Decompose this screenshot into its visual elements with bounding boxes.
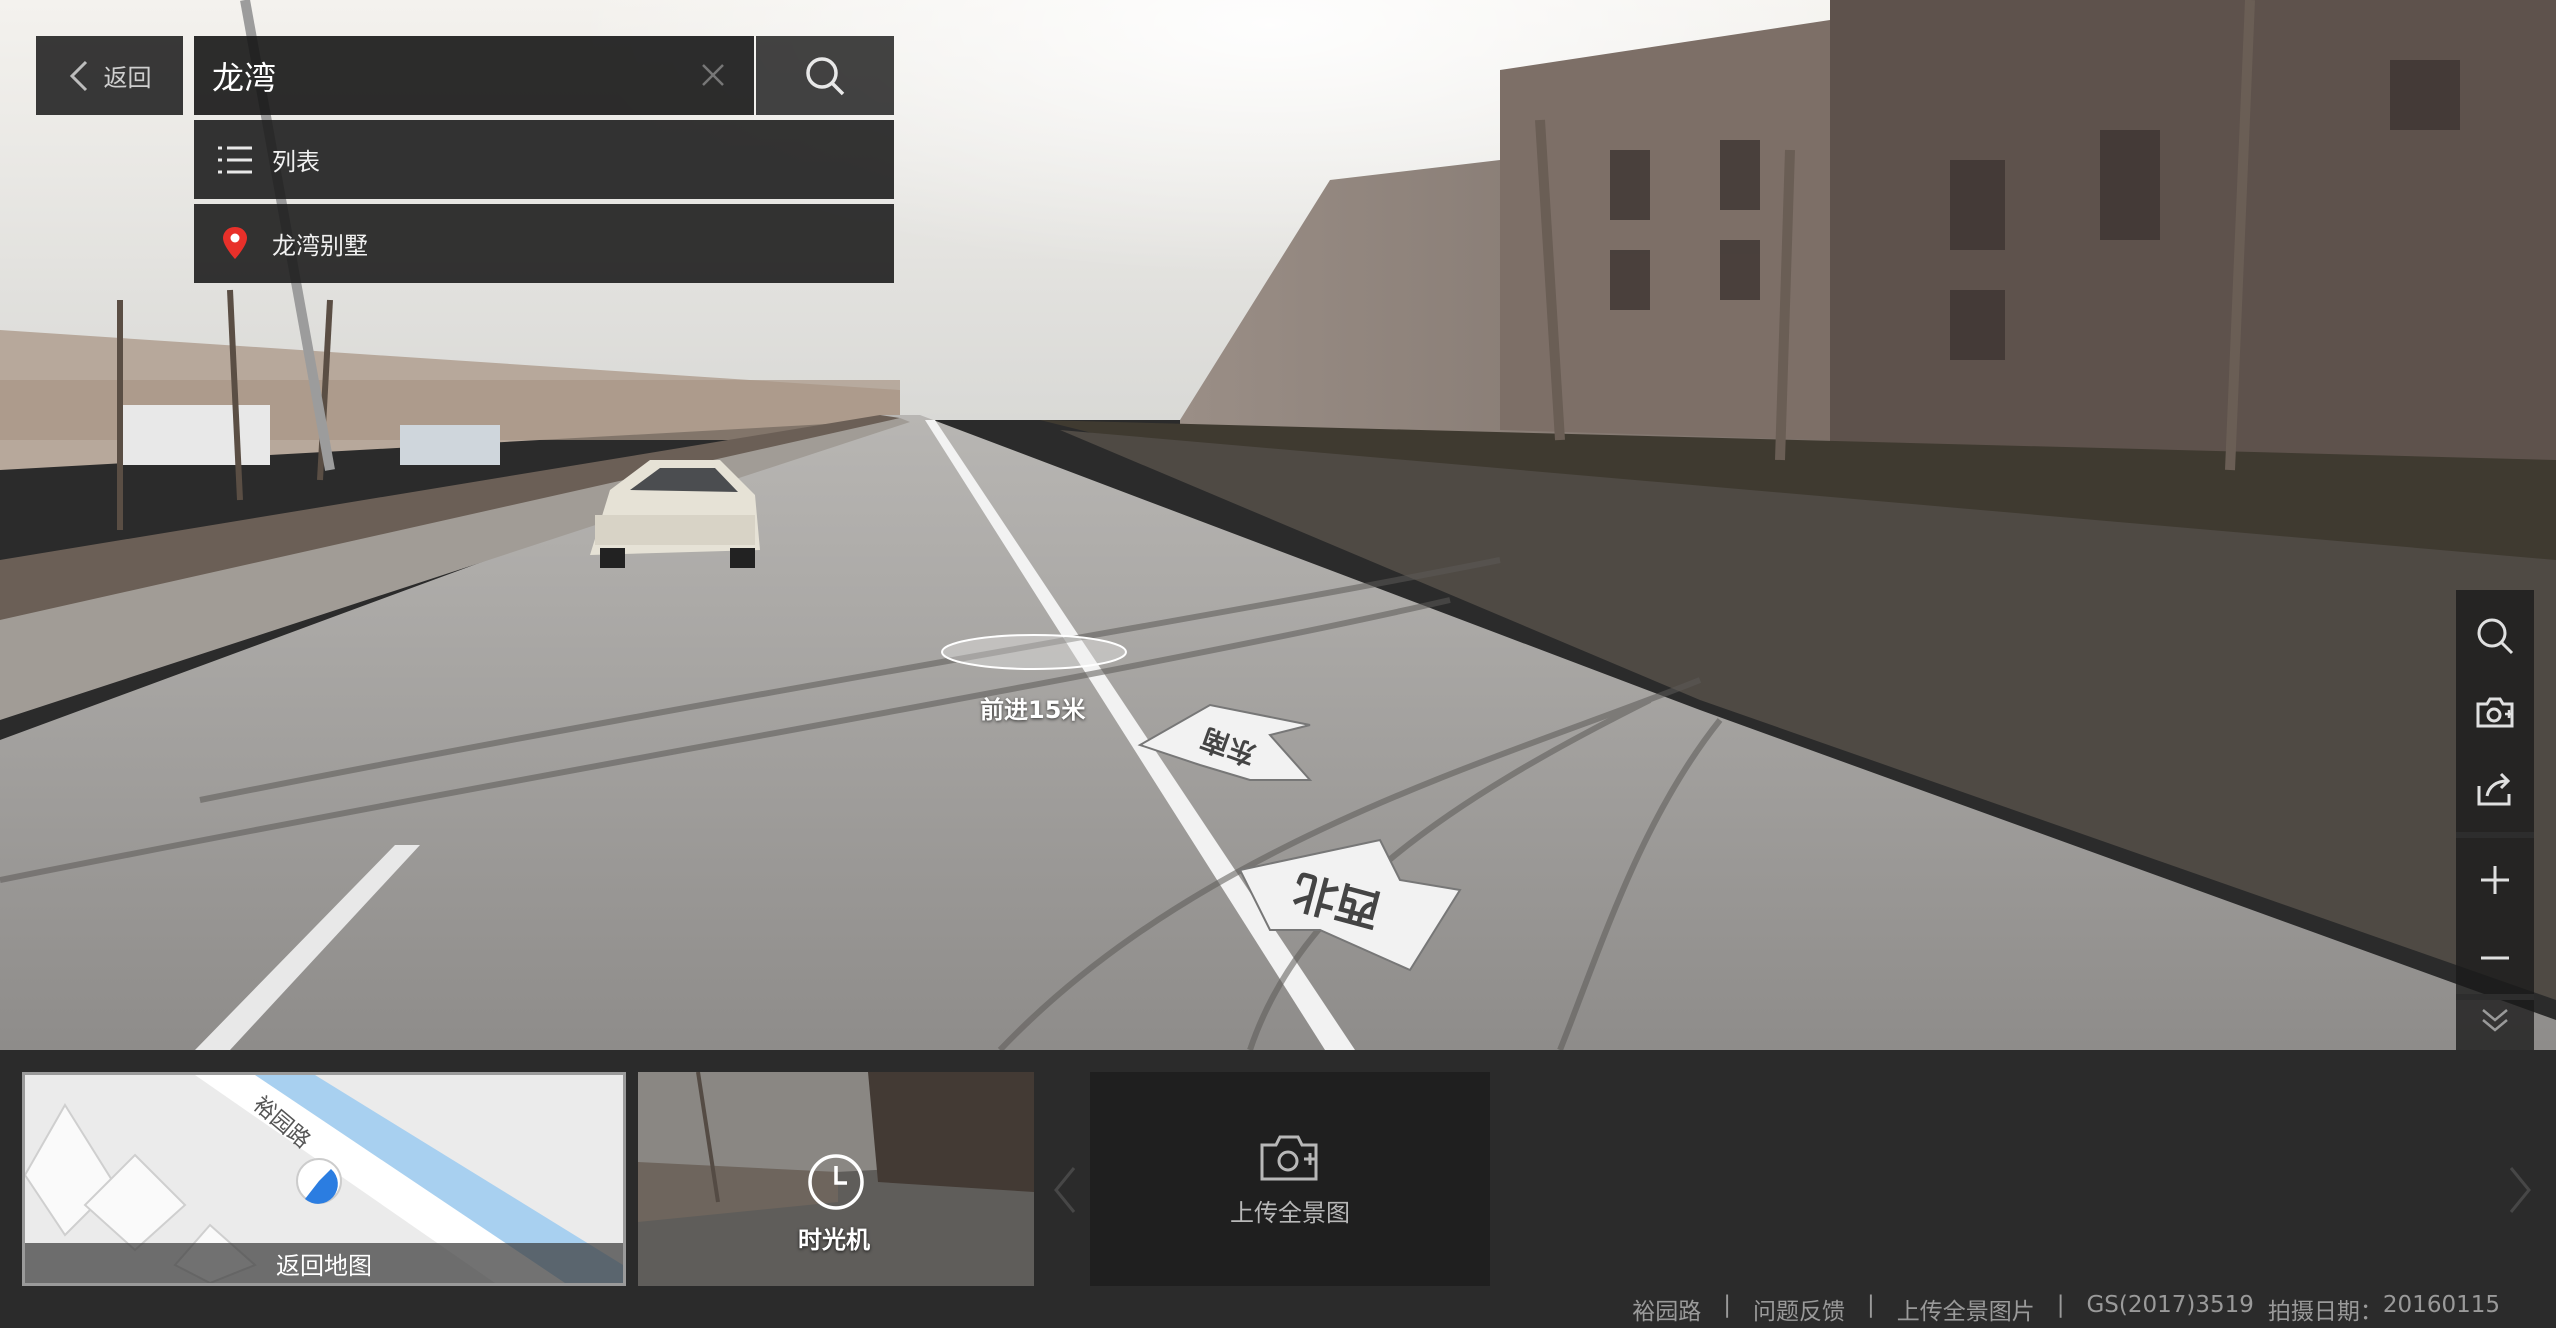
- search-box: [194, 36, 754, 115]
- bottom-panel: 裕园路 返回地图 时光机 上传全景图 裕园路 | 问题反馈 | 上传全景图片 |…: [0, 1050, 2556, 1328]
- thumbnails-prev-button[interactable]: [1050, 1160, 1080, 1220]
- camera-add-icon: [2476, 697, 2514, 728]
- chevron-right-icon: [2509, 1167, 2531, 1213]
- back-to-map-label: 返回地图: [25, 1243, 623, 1283]
- chevron-left-icon: [69, 60, 87, 91]
- upload-panorama-button[interactable]: 上传全景图: [1090, 1072, 1490, 1286]
- search-result-item[interactable]: 龙湾别墅: [194, 204, 894, 283]
- upload-photos-link[interactable]: 上传全景图片: [1897, 1292, 2035, 1326]
- chevron-left-icon: [1054, 1167, 1076, 1213]
- clock-icon: [808, 1154, 864, 1210]
- share-button[interactable]: [2456, 750, 2534, 826]
- result-label: 龙湾别墅: [272, 232, 368, 260]
- right-toolbar: [2456, 590, 2534, 1050]
- time-machine-thumbnail[interactable]: 时光机: [638, 1072, 1034, 1286]
- toolbar-search-button[interactable]: [2456, 598, 2534, 674]
- location-pin-icon: [212, 221, 258, 267]
- list-label: 列表: [272, 148, 320, 176]
- footer-bar: 裕园路 | 问题反馈 | 上传全景图片 | GS(2017)3519 拍摄日期：…: [1632, 1292, 2500, 1326]
- screenshot-button[interactable]: [2456, 674, 2534, 750]
- thumbnails-next-button[interactable]: [2505, 1160, 2535, 1220]
- zoom-in-button[interactable]: [2456, 842, 2534, 918]
- capture-date-label: 拍摄日期：: [2267, 1299, 2383, 1325]
- search-icon: [2477, 618, 2514, 655]
- minimap-thumbnail[interactable]: 裕园路 返回地图: [22, 1072, 626, 1286]
- feedback-link[interactable]: 问题反馈: [1753, 1292, 1845, 1326]
- search-input[interactable]: [212, 56, 682, 95]
- collapse-icon: [2482, 1009, 2508, 1032]
- clear-icon[interactable]: [696, 58, 730, 92]
- zoom-out-icon: [2481, 956, 2509, 960]
- step-distance-label[interactable]: 前进15米: [980, 690, 1085, 725]
- license-number: GS(2017)3519: [2086, 1292, 2254, 1318]
- time-machine-label: 时光机: [798, 1226, 870, 1254]
- toolbar-divider: [2456, 832, 2534, 838]
- capture-date: 20160115: [2382, 1292, 2500, 1318]
- camera-add-icon: [1260, 1135, 1318, 1180]
- result-list-toggle[interactable]: 列表: [194, 120, 894, 199]
- street-view-app: 前进15米 东南 西北 返回 龙湾 列表 龙湾别墅 裕园路 返回地图 时光机 上…: [0, 0, 2556, 1328]
- collapse-button[interactable]: [2456, 990, 2534, 1050]
- search-icon: [806, 56, 845, 95]
- zoom-out-button[interactable]: [2456, 920, 2534, 996]
- zoom-in-icon: [2481, 866, 2509, 894]
- back-label: 返回: [103, 64, 152, 92]
- list-icon: [212, 137, 258, 183]
- share-icon: [2477, 772, 2511, 806]
- upload-panorama-label: 上传全景图: [1230, 1198, 1350, 1227]
- footer-road-name: 裕园路: [1632, 1299, 1702, 1325]
- back-button[interactable]: 返回: [36, 36, 183, 115]
- search-button[interactable]: [756, 36, 894, 115]
